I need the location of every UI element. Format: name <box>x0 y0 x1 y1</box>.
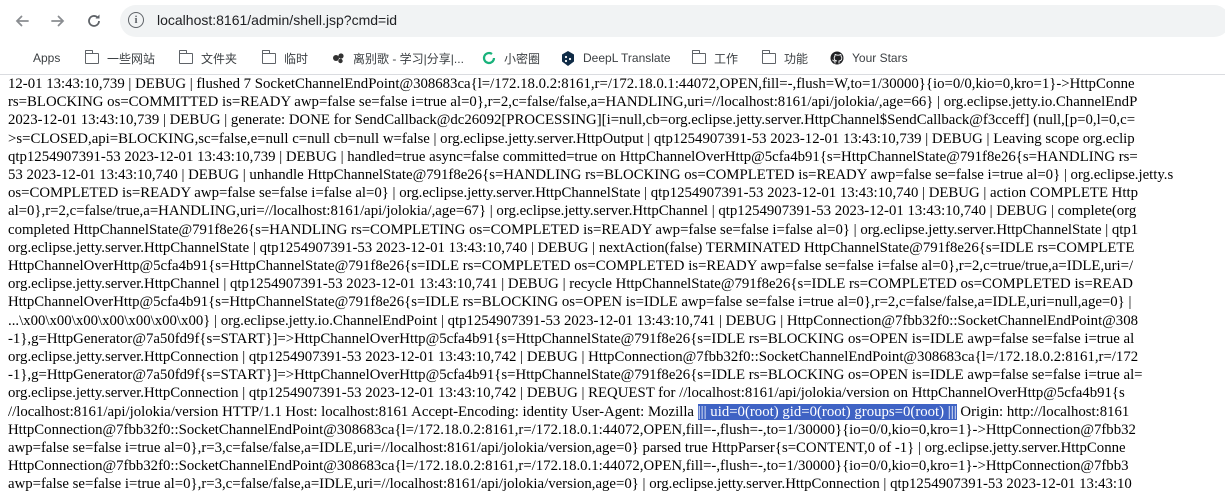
bookmark-label: 文件夹 <box>201 51 238 66</box>
log-line-highlighted: //localhost:8161/api/jolokia/version HTT… <box>8 403 1129 421</box>
log-line: org.eclipse.jetty.server.HttpChannelStat… <box>8 239 1135 256</box>
bookmark-folder-work[interactable]: 工作 <box>691 49 739 66</box>
reload-button[interactable] <box>82 9 106 33</box>
address-bar[interactable]: i localhost:8161/admin/shell.jsp?cmd=id <box>120 5 1225 37</box>
folder-icon <box>761 49 776 64</box>
bookmark-label: Apps <box>33 51 61 65</box>
bookmark-label: DeepL Translate <box>583 51 671 65</box>
apps-grid-icon <box>12 52 25 65</box>
favicon-icon <box>482 51 496 65</box>
github-icon <box>830 51 844 65</box>
bookmark-label: 工作 <box>714 51 739 66</box>
log-line: HttpConnection@7fbb32f0::SocketChannelEn… <box>8 421 1136 438</box>
folder-icon <box>691 49 706 64</box>
bookmark-folder-temp[interactable]: 临时 <box>261 49 309 66</box>
log-line: al=0},r=2,c=false/true,a=HANDLING,uri=//… <box>8 203 1137 220</box>
deepl-icon <box>562 50 574 66</box>
log-line: 2023-12-01 13:43:10,739 | DEBUG | genera… <box>8 112 1136 129</box>
favicon-icon <box>333 53 344 64</box>
log-line: completed HttpChannelState@791f8e26{s=HA… <box>8 221 1139 238</box>
log-line: -1},g=HttpGenerator@7a50fd9f{s=START}]=>… <box>8 330 1135 347</box>
bookmark-folder-functions[interactable]: 功能 <box>761 49 809 66</box>
back-button[interactable] <box>10 9 34 33</box>
request-text: //localhost:8161/api/jolokia/version HTT… <box>8 403 695 420</box>
url-text[interactable]: localhost:8161/admin/shell.jsp?cmd=id <box>157 12 397 28</box>
bookmark-folder-files[interactable]: 文件夹 <box>178 49 238 66</box>
bookmark-your-stars[interactable]: Your Stars <box>830 50 908 66</box>
bookmark-libiege[interactable]: 离别歌 - 学习|分享|... <box>331 50 464 66</box>
log-line: org.eclipse.jetty.server.HttpChannel | q… <box>8 276 1133 293</box>
bookmark-label: Your Stars <box>852 51 908 65</box>
log-line: 53 2023-12-01 13:43:10,740 | DEBUG | unh… <box>8 167 1174 183</box>
log-line: >s=CLOSED,api=BLOCKING,sc=false,e=null c… <box>8 130 1135 147</box>
reload-icon <box>88 14 100 27</box>
folder-icon <box>84 49 99 64</box>
command-output-highlight: ||| uid=0(root) gid=0(root) groups=0(roo… <box>697 403 957 420</box>
log-line: -1},g=HttpGenerator@7a50fd9f{s=START}]=>… <box>8 367 1143 384</box>
arrow-left-icon <box>15 15 29 27</box>
bookmark-deepl[interactable]: DeepL Translate <box>561 50 671 66</box>
log-line: HttpChannelOverHttp@5cfa4b91{s=HttpChann… <box>8 258 1134 274</box>
log-line: os=COMPLETED is=READY awp=false se=false… <box>8 185 1138 202</box>
log-line: HttpConnection@7fbb32f0::SocketChannelEn… <box>8 458 1129 475</box>
bookmark-folder-sites[interactable]: 一些网站 <box>84 49 156 66</box>
bookmark-label: 离别歌 - 学习|分享|... <box>353 51 464 66</box>
log-line: awp=false se=false i=true al=0},r=3,c=fa… <box>8 440 1126 456</box>
folder-icon <box>261 49 276 64</box>
request-text-continued: Origin: http://localhost:8161 <box>960 403 1130 420</box>
forward-button[interactable] <box>46 9 70 33</box>
bookmark-xiaomiquan[interactable]: 小密圈 <box>482 50 540 66</box>
folder-icon <box>178 49 193 64</box>
log-line: HttpChannelOverHttp@5cfa4b91{s=HttpChann… <box>8 294 1132 311</box>
bookmark-label: 一些网站 <box>107 51 156 66</box>
log-line: 12-01 13:43:10,739 | DEBUG | flushed 7 S… <box>8 76 1135 92</box>
bookmark-label: 临时 <box>284 51 309 66</box>
site-info-icon[interactable]: i <box>128 12 144 28</box>
log-line: org.eclipse.jetty.server.HttpConnection … <box>8 349 1139 365</box>
log-line: qtp1254907391-53 2023-12-01 13:43:10,739… <box>8 148 1138 165</box>
log-line: org.eclipse.jetty.server.HttpConnection … <box>8 385 1125 402</box>
browser-toolbar: i localhost:8161/admin/shell.jsp?cmd=id <box>0 0 1225 42</box>
bookmarks-bar: Apps 一些网站 文件夹 临时 离别歌 - 学习|分享|... 小密圈 Dee… <box>0 42 1225 75</box>
log-line: ...\x00\x00\x00\x00\x00\x00\x00} | org.e… <box>8 312 1139 329</box>
log-line: awp=false se=false i=true al=0},r=3,c=fa… <box>8 476 1132 493</box>
bookmark-apps[interactable]: Apps <box>12 50 60 66</box>
bookmark-label: 小密圈 <box>504 51 541 66</box>
log-line: rs=BLOCKING os=COMMITTED is=READY awp=fa… <box>8 94 1138 111</box>
arrow-right-icon <box>51 15 65 27</box>
shell-output-page: 12-01 13:43:10,739 | DEBUG | flushed 7 S… <box>0 75 1225 499</box>
bookmark-label: 功能 <box>784 51 809 66</box>
